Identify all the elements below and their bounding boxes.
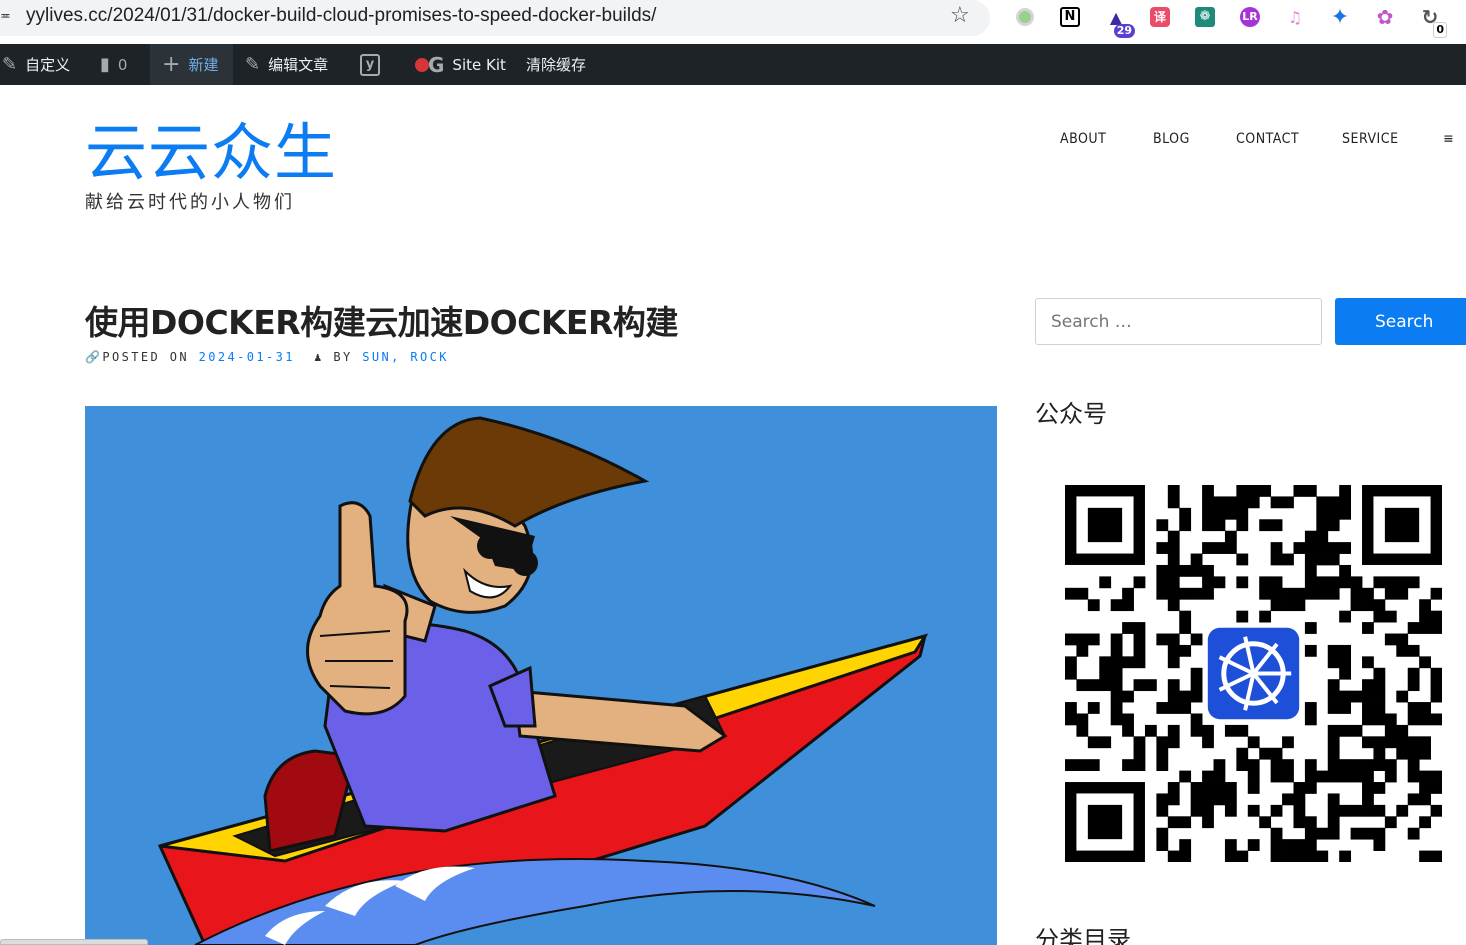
blue-flag-extension-icon[interactable]: ✦ (1327, 4, 1353, 30)
post-authors-link[interactable]: SUN, ROCK (362, 350, 449, 364)
graduation-cap-extension-icon[interactable]: ▲ 29 (1103, 4, 1135, 38)
search-button[interactable]: Search (1335, 298, 1466, 345)
comments-menu[interactable]: ▮ 0 (100, 44, 127, 85)
browser-url-bar: ≖ yylives.cc/2024/01/31/docker-build-clo… (0, 0, 1466, 44)
post-meta: 🔗POSTED ON 2024-01-31 ♟ BY SUN, ROCK (85, 350, 449, 364)
bookmark-star-icon[interactable]: ☆ (950, 3, 970, 28)
yoast-icon: y (360, 53, 380, 76)
seo-status-dot (415, 57, 429, 72)
nav-blog[interactable]: BLOG (1153, 131, 1190, 147)
comments-count: 0 (117, 55, 128, 74)
refresh-extension-icon[interactable]: ↻ 0 (1417, 4, 1447, 38)
customize-menu[interactable]: ✎ 自定义 (2, 44, 70, 85)
by-label: BY (333, 350, 353, 364)
bottom-left-status-tab (0, 939, 148, 945)
site-kit-label: Site Kit (452, 55, 506, 74)
green-dot-extension-icon[interactable] (1012, 4, 1038, 30)
clear-cache-label: 清除缓存 (526, 56, 587, 74)
site-title[interactable]: 云云众生 (85, 118, 337, 188)
nav-service[interactable]: SERVICE (1342, 131, 1399, 147)
categories-widget-title: 分类目录 (1035, 926, 1131, 945)
qr-code-svg (1065, 485, 1443, 863)
pencil-icon: ✎ (245, 54, 261, 75)
link-icon: 🔗 (85, 350, 103, 364)
search-input[interactable] (1035, 298, 1322, 345)
google-g-icon: G (428, 52, 445, 77)
customize-label: 自定义 (25, 56, 71, 74)
posted-on-label: POSTED ON (102, 350, 189, 364)
clear-cache-menu[interactable]: 清除缓存 (526, 44, 586, 85)
teal-extension-icon[interactable]: ❁ (1192, 4, 1218, 30)
wechat-widget-title: 公众号 (1035, 400, 1107, 428)
speedboat-cartoon-illustration (157, 416, 929, 945)
wechat-qr-code-image (1065, 485, 1443, 863)
nav-about[interactable]: ABOUT (1060, 131, 1106, 147)
nav-menu-toggle-icon[interactable]: ≡ (1443, 131, 1454, 147)
post-title: 使用DOCKER构建云加速DOCKER构建 (85, 303, 678, 342)
site-description: 献给云时代的小人物们 (85, 192, 295, 213)
notion-extension-icon[interactable]: N (1057, 4, 1083, 30)
post-date-link[interactable]: 2024-01-31 (199, 350, 295, 364)
purple-extension-icon[interactable]: LR (1237, 4, 1263, 30)
url-text[interactable]: yylives.cc/2024/01/31/docker-build-cloud… (26, 5, 656, 27)
edit-post-label: 编辑文章 (268, 56, 329, 74)
plus-icon: + (162, 52, 181, 77)
yoast-menu[interactable]: y (360, 44, 429, 85)
new-label: 新建 (188, 56, 219, 74)
site-kit-menu[interactable]: G Site Kit (428, 44, 506, 85)
translate-extension-icon[interactable]: 译 (1147, 4, 1173, 30)
author-icon: ♟ (314, 350, 324, 364)
featured-image (85, 406, 997, 945)
paintbrush-icon: ✎ (2, 54, 18, 75)
crown-extension-icon[interactable]: ♫ (1282, 4, 1308, 30)
wp-admin-bar: ✎ 自定义 ▮ 0 + 新建 ✎ 编辑文章 y G Site Kit 清除缓存 (0, 44, 1466, 85)
openai-extension-icon[interactable]: ✿ (1372, 4, 1398, 30)
new-content-menu[interactable]: + 新建 (150, 44, 233, 85)
comment-icon: ▮ (100, 54, 110, 75)
nav-contact[interactable]: CONTACT (1236, 131, 1299, 147)
site-info-icon[interactable]: ≖ (0, 9, 11, 25)
edit-post-menu[interactable]: ✎ 编辑文章 (245, 44, 328, 85)
